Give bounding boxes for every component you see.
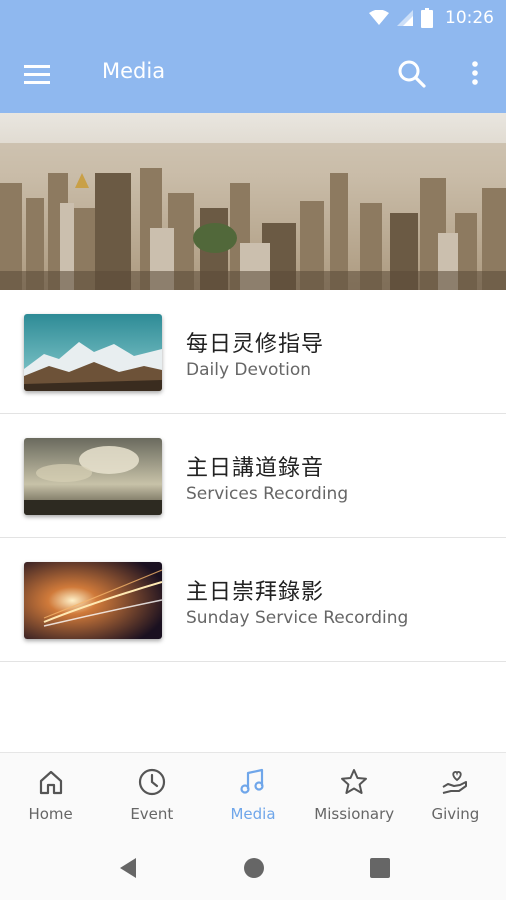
more-options-button[interactable] — [464, 58, 486, 90]
wifi-icon — [369, 10, 389, 25]
nav-item-media[interactable]: Media — [202, 753, 303, 837]
nav-item-giving[interactable]: Giving — [405, 753, 506, 837]
hero-city-image — [0, 113, 506, 290]
nav-label: Event — [130, 805, 174, 823]
nav-item-home[interactable]: Home — [0, 753, 101, 837]
home-icon — [39, 770, 62, 795]
mountain-thumbnail — [24, 314, 162, 391]
nav-label: Media — [230, 805, 276, 823]
status-icons: 10:26 — [369, 7, 494, 29]
recents-icon[interactable] — [366, 854, 394, 882]
menu-button[interactable] — [22, 60, 56, 90]
heart-hand-icon — [442, 771, 468, 794]
app-bar: Media — [0, 36, 506, 113]
media-item-title: 主日講道錄音 — [186, 456, 325, 481]
music-note-icon — [240, 768, 264, 794]
page-title: Media — [102, 59, 166, 83]
clock-icon — [138, 768, 165, 796]
nav-label: Missionary — [314, 805, 395, 823]
status-bar: 10:26 — [0, 0, 506, 36]
back-icon[interactable] — [114, 854, 142, 882]
signal-icon — [397, 10, 413, 26]
media-item-sunday-service-recording[interactable]: 主日崇拜錄影 Sunday Service Recording — [0, 538, 506, 662]
light-trails-thumbnail — [24, 562, 162, 639]
clock: 10:26 — [445, 8, 494, 28]
search-button[interactable] — [396, 58, 428, 90]
nav-label: Home — [28, 805, 73, 823]
media-item-subtitle: Services Recording — [186, 484, 349, 504]
cloudy-sky-thumbnail — [24, 438, 162, 515]
media-list: 每日灵修指导 Daily Devotion 主日講道錄音 Services Re… — [0, 290, 506, 662]
more-vert-icon — [472, 61, 478, 85]
media-item-subtitle: Sunday Service Recording — [186, 608, 409, 628]
media-item-subtitle: Daily Devotion — [186, 360, 311, 380]
media-item-title: 每日灵修指导 — [186, 332, 325, 357]
bottom-nav: Home Event Media Missionary Giving — [0, 752, 506, 837]
nav-label: Giving — [431, 805, 480, 823]
media-item-title: 主日崇拜錄影 — [186, 580, 325, 605]
media-item-services-recording[interactable]: 主日講道錄音 Services Recording — [0, 414, 506, 538]
search-icon — [398, 60, 426, 88]
nav-item-missionary[interactable]: Missionary — [304, 753, 405, 837]
star-icon — [341, 769, 368, 794]
menu-icon — [24, 65, 50, 84]
system-nav-bar — [0, 836, 506, 900]
media-item-daily-devotion[interactable]: 每日灵修指导 Daily Devotion — [0, 290, 506, 414]
home-circle-icon[interactable] — [240, 854, 268, 882]
battery-icon — [421, 8, 433, 28]
nav-item-event[interactable]: Event — [101, 753, 202, 837]
